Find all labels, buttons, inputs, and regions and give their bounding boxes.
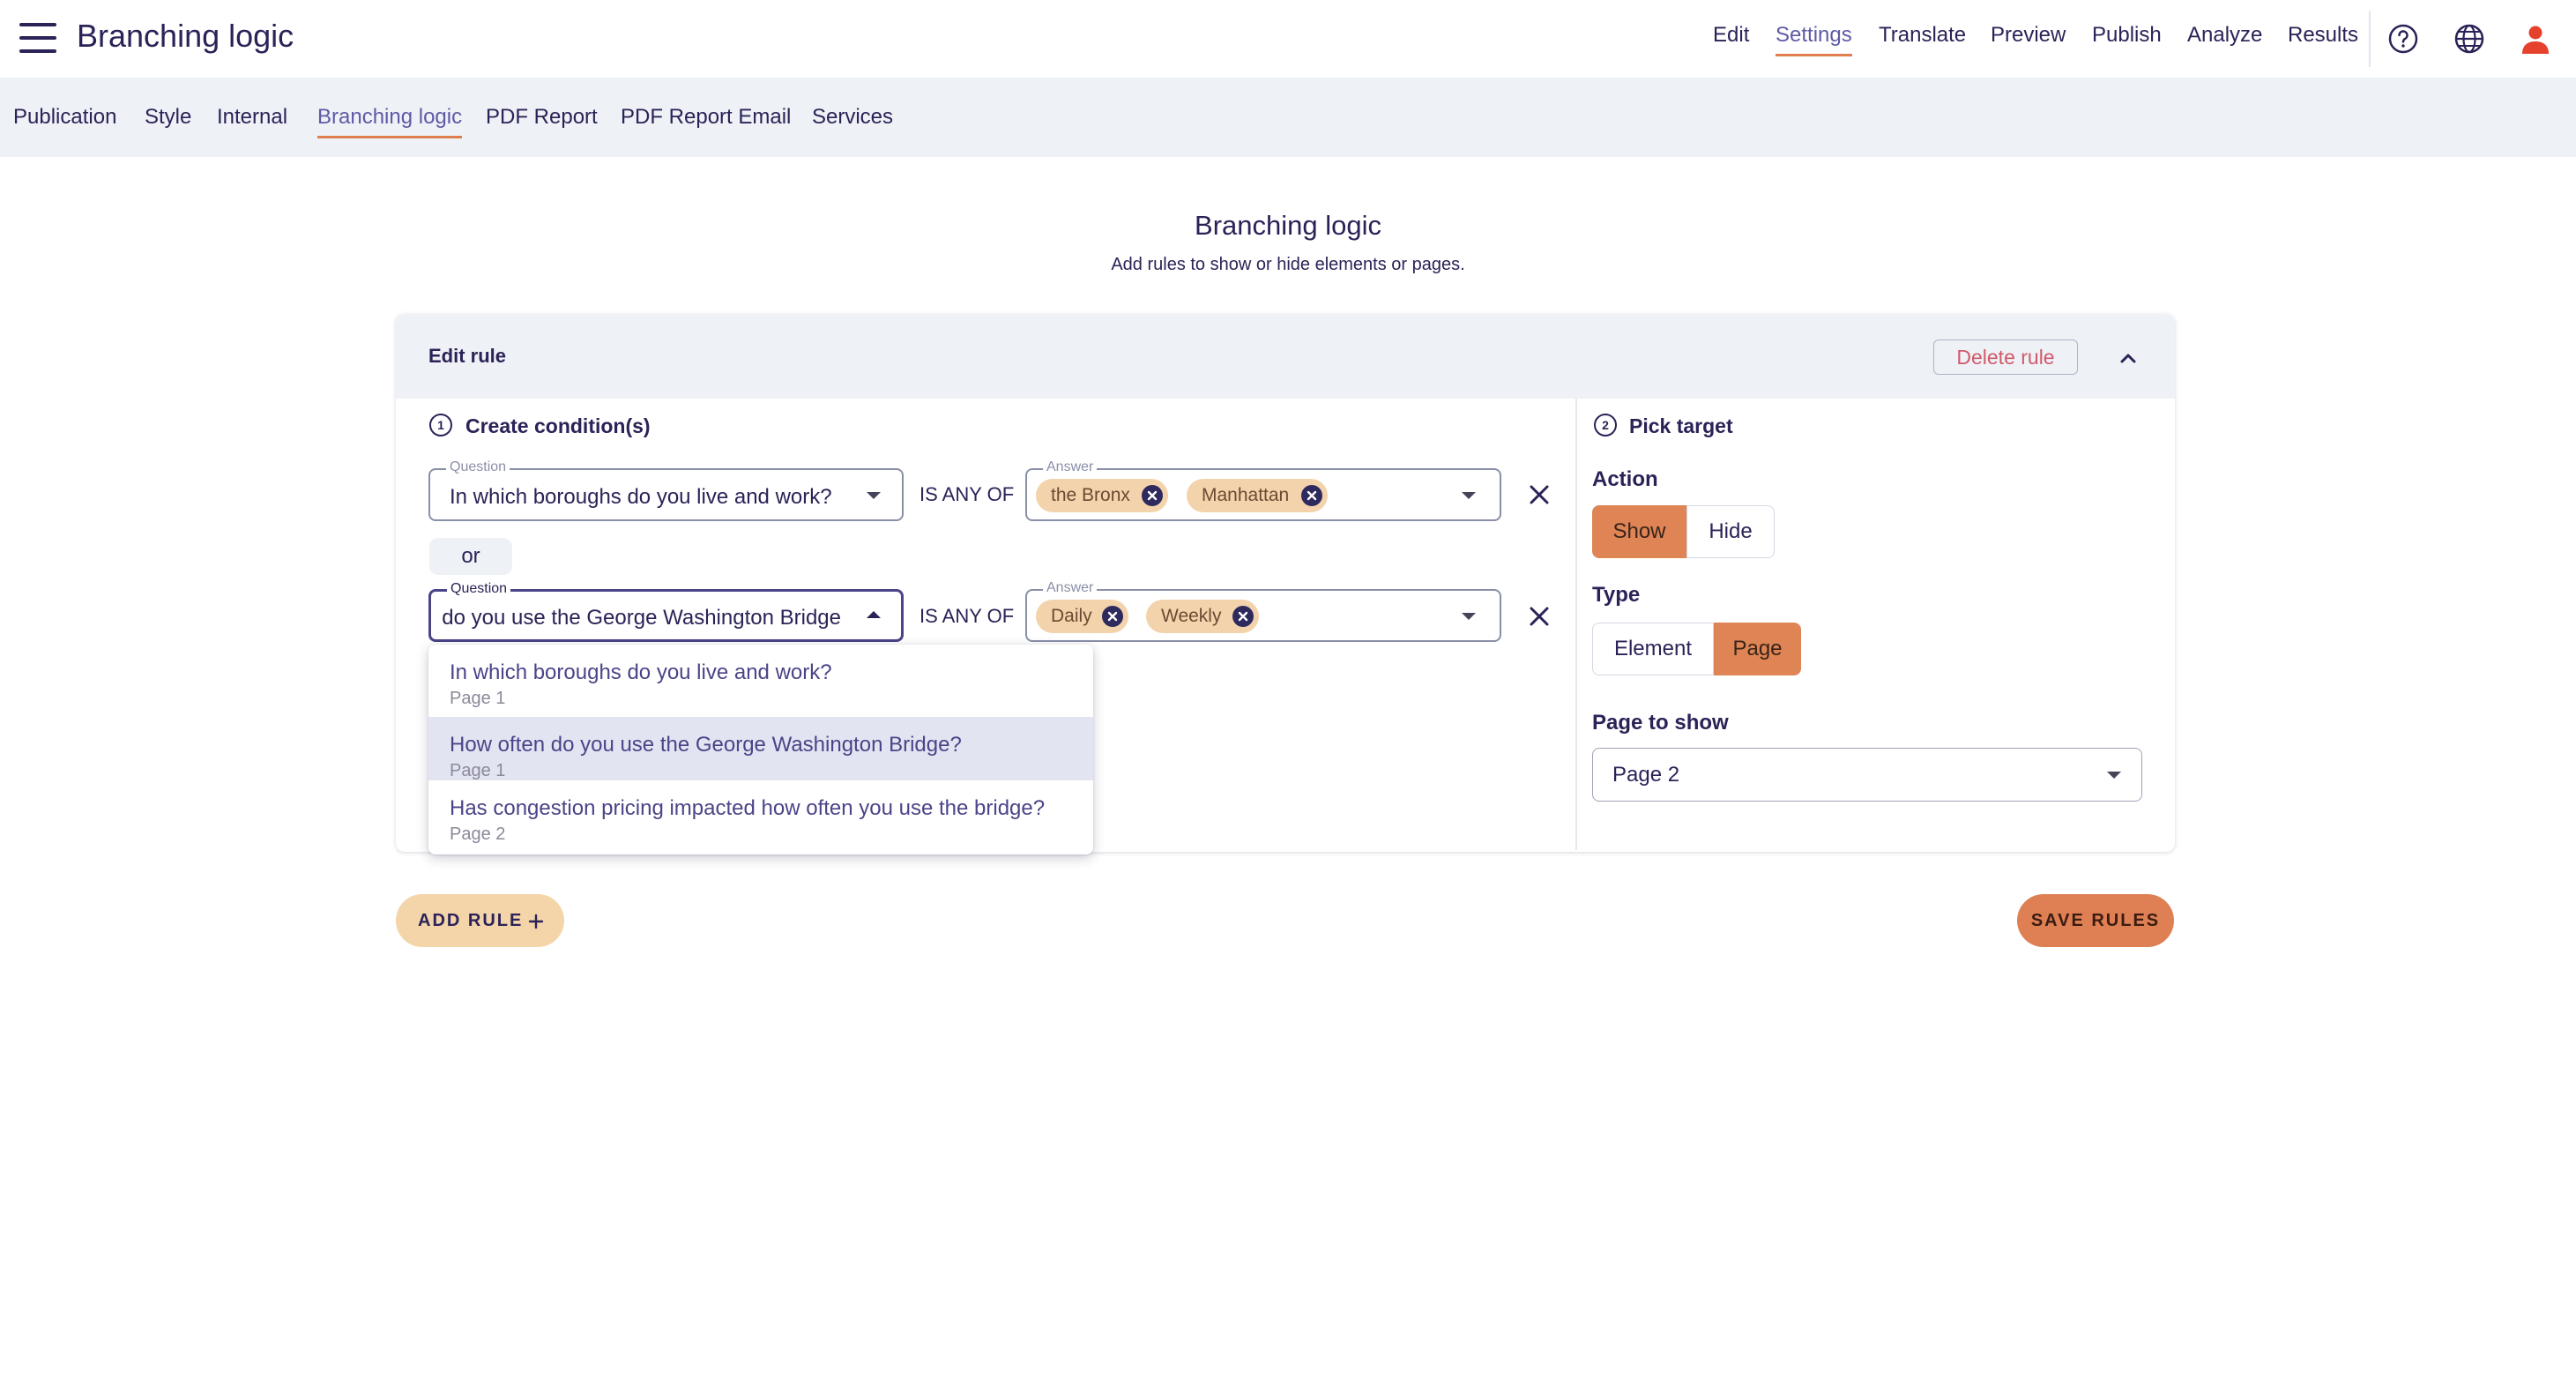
tab-style[interactable]: Style — [145, 105, 191, 130]
action-hide-button[interactable]: Hide — [1686, 505, 1775, 558]
step-two-icon: 2 — [1594, 414, 1617, 436]
nav-divider — [2369, 11, 2371, 67]
action-show-button[interactable]: Show — [1592, 505, 1686, 558]
answer-label: Answer — [1043, 580, 1098, 596]
tab-branching-logic[interactable]: Branching logic — [317, 105, 463, 138]
caret-down-icon[interactable] — [2107, 772, 2121, 779]
option-page: Page 1 — [450, 761, 506, 780]
column-divider — [1575, 399, 1577, 850]
type-page-button[interactable]: Page — [1714, 623, 1801, 675]
tab-services[interactable]: Services — [812, 105, 893, 130]
question-dropdown-menu: In which boroughs do you live and work? … — [428, 645, 1093, 854]
option-page: Page 1 — [450, 689, 506, 708]
tab-internal[interactable]: Internal — [217, 105, 287, 130]
type-label: Type — [1592, 583, 1641, 607]
save-rules-button[interactable]: SAVE RULES — [2017, 894, 2174, 947]
question-select-2[interactable]: Question How often do you use the George… — [428, 581, 904, 642]
app-title: Branching logic — [77, 18, 294, 54]
question-value: In which boroughs do you live and work? — [450, 485, 832, 509]
globe-icon[interactable] — [2452, 21, 2487, 56]
delete-rule-button[interactable]: Delete rule — [1933, 339, 2078, 375]
answer-select-2[interactable]: Answer Daily Weekly — [1025, 580, 1501, 642]
rule-card-header — [396, 314, 2175, 399]
action-label: Action — [1592, 467, 1658, 491]
operator-label: IS ANY OF — [919, 605, 1015, 627]
plus-icon — [528, 914, 544, 929]
caret-down-icon[interactable] — [1462, 492, 1476, 499]
option-question: In which boroughs do you live and work? — [450, 660, 832, 684]
tab-pdf-report-email[interactable]: PDF Report Email — [621, 105, 791, 130]
page-to-show-select[interactable]: Page 2 — [1592, 748, 2142, 802]
menu-icon[interactable] — [19, 21, 56, 55]
answer-chip: Weekly — [1146, 600, 1259, 633]
tab-publication[interactable]: Publication — [13, 105, 116, 130]
chip-label: Daily — [1051, 606, 1092, 626]
nav-translate[interactable]: Translate — [1879, 23, 1966, 48]
caret-up-icon[interactable] — [867, 611, 881, 618]
add-rule-button[interactable]: ADD RULE — [396, 894, 564, 947]
tab-pdf-report[interactable]: PDF Report — [486, 105, 598, 130]
page-to-show-label: Page to show — [1592, 711, 1729, 735]
add-rule-label: ADD RULE — [418, 911, 524, 930]
or-separator: or — [429, 538, 512, 575]
remove-condition-icon[interactable] — [1528, 605, 1551, 628]
chip-label: Weekly — [1161, 606, 1222, 626]
page-to-show-value: Page 2 — [1612, 763, 1680, 787]
nav-results[interactable]: Results — [2288, 23, 2358, 48]
nav-settings[interactable]: Settings — [1776, 23, 1852, 56]
answer-chip: the Bronx — [1036, 479, 1168, 512]
remove-chip-icon[interactable] — [1102, 606, 1123, 627]
conditions-title: Create condition(s) — [465, 414, 651, 437]
remove-chip-icon[interactable] — [1142, 485, 1163, 506]
nav-analyze[interactable]: Analyze — [2187, 23, 2262, 48]
option-page: Page 2 — [450, 824, 506, 844]
type-element-button[interactable]: Element — [1592, 623, 1714, 675]
question-select-1[interactable]: Question In which boroughs do you live a… — [428, 459, 904, 521]
chevron-up-icon[interactable] — [2114, 344, 2142, 372]
edit-rule-title: Edit rule — [428, 345, 507, 367]
target-title: Pick target — [1629, 414, 1733, 437]
dropdown-option[interactable]: In which boroughs do you live and work? … — [428, 645, 1093, 708]
dropdown-option-selected[interactable]: How often do you use the George Washingt… — [428, 717, 1093, 780]
caret-down-icon[interactable] — [1462, 613, 1476, 620]
step-one-icon: 1 — [429, 414, 452, 436]
caret-down-icon[interactable] — [867, 492, 881, 499]
nav-edit[interactable]: Edit — [1713, 23, 1749, 48]
question-input[interactable]: How often do you use the George Washingt… — [440, 606, 841, 630]
remove-condition-icon[interactable] — [1528, 483, 1551, 506]
help-icon[interactable] — [2386, 21, 2421, 56]
chip-label: the Bronx — [1051, 485, 1130, 505]
nav-preview[interactable]: Preview — [1991, 23, 2066, 48]
answer-chip: Manhattan — [1187, 479, 1328, 512]
option-question: How often do you use the George Washingt… — [450, 733, 962, 757]
dropdown-option[interactable]: Has congestion pricing impacted how ofte… — [428, 780, 1093, 844]
remove-chip-icon[interactable] — [1232, 606, 1254, 627]
chip-label: Manhattan — [1202, 485, 1290, 505]
question-label: Question — [447, 581, 511, 597]
remove-chip-icon[interactable] — [1301, 485, 1322, 506]
top-bar: Branching logic Edit Settings Translate … — [0, 0, 2576, 78]
user-icon[interactable] — [2518, 21, 2553, 56]
answer-select-1[interactable]: Answer the Bronx Manhattan — [1025, 459, 1501, 521]
page-subtitle: Add rules to show or hide elements or pa… — [1111, 255, 1465, 274]
nav-publish[interactable]: Publish — [2092, 23, 2162, 48]
operator-label: IS ANY OF — [919, 483, 1015, 505]
answer-chip: Daily — [1036, 600, 1128, 633]
question-label: Question — [446, 459, 510, 475]
answer-label: Answer — [1043, 459, 1098, 475]
page-title: Branching logic — [1195, 210, 1381, 241]
option-question: Has congestion pricing impacted how ofte… — [450, 796, 1046, 820]
